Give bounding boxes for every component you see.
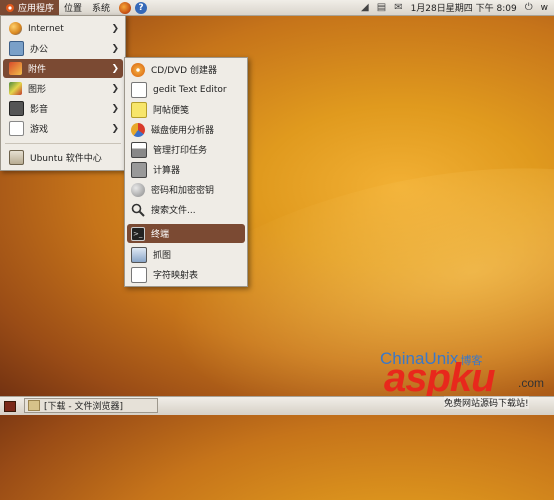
mail-icon[interactable]: ✉ bbox=[394, 2, 402, 13]
menu-item-label: 影音 bbox=[30, 105, 49, 115]
chevron-right-icon: ❯ bbox=[111, 83, 119, 94]
chevron-right-icon: ❯ bbox=[111, 23, 119, 34]
menu-item-terminal[interactable]: >_ 终端 bbox=[127, 224, 245, 243]
menu-separator bbox=[5, 143, 121, 144]
menu-item-label: 阿帖便笺 bbox=[153, 106, 190, 116]
menu-item-screenshot[interactable]: 抓图 bbox=[127, 245, 245, 264]
office-icon bbox=[9, 41, 24, 56]
menu-item-label: 办公 bbox=[30, 45, 49, 55]
menu-item-office[interactable]: 办公 ❯ bbox=[3, 39, 123, 58]
taskbar-window-label: [下载 - 文件浏览器] bbox=[44, 402, 123, 412]
system-menu-label: 系统 bbox=[92, 4, 111, 14]
menu-item-internet[interactable]: Internet ❯ bbox=[3, 19, 123, 38]
network-icon[interactable]: ▤ bbox=[377, 2, 386, 13]
watermark-subtitle: 免费网站源码下载站! bbox=[444, 396, 529, 409]
chevron-right-icon: ❯ bbox=[111, 103, 119, 114]
software-center-icon bbox=[9, 150, 24, 165]
menu-item-games[interactable]: 游戏 ❯ bbox=[3, 119, 123, 138]
search-icon bbox=[131, 203, 145, 217]
screenshot-icon bbox=[131, 246, 147, 263]
watermark-brand: aspku bbox=[384, 356, 496, 400]
help-icon[interactable]: ? bbox=[135, 1, 148, 14]
menu-item-label: 附件 bbox=[28, 65, 47, 75]
menu-item-multimedia[interactable]: 影音 ❯ bbox=[3, 99, 123, 118]
taskbar-window-button[interactable]: [下载 - 文件浏览器] bbox=[24, 398, 158, 413]
menu-item-label: 磁盘使用分析器 bbox=[151, 126, 215, 136]
power-icon[interactable]: ⏻ bbox=[525, 2, 533, 13]
chevron-right-icon: ❯ bbox=[111, 63, 119, 74]
chevron-right-icon: ❯ bbox=[111, 123, 119, 134]
menu-item-label: Ubuntu 软件中心 bbox=[30, 154, 102, 164]
games-icon bbox=[9, 121, 24, 136]
character-map-icon bbox=[131, 266, 147, 283]
menu-item-gedit[interactable]: gedit Text Editor bbox=[127, 80, 245, 99]
menu-item-search-files[interactable]: 搜索文件... bbox=[127, 200, 245, 219]
menu-item-label: 终端 bbox=[151, 230, 170, 240]
show-desktop-icon[interactable] bbox=[4, 401, 16, 412]
disc-icon bbox=[131, 62, 145, 77]
menu-item-label: CD/DVD 创建器 bbox=[151, 66, 217, 76]
menu-item-passwords-keys[interactable]: 密码和加密密钥 bbox=[127, 180, 245, 199]
menu-item-label: 管理打印任务 bbox=[153, 146, 208, 156]
menu-item-cd-dvd-creator[interactable]: CD/DVD 创建器 bbox=[127, 60, 245, 79]
menu-item-graphics[interactable]: 图形 ❯ bbox=[3, 79, 123, 98]
printer-icon bbox=[131, 141, 147, 158]
menu-item-label: 搜索文件... bbox=[151, 206, 196, 216]
multimedia-icon bbox=[9, 101, 24, 116]
system-tray: ◢ ▤ ✉ 1月28日星期四 下午 8:09 ⏻ w bbox=[361, 1, 554, 14]
chevron-right-icon: ❯ bbox=[111, 43, 119, 54]
menu-item-label: Internet bbox=[28, 23, 64, 34]
firefox-icon[interactable] bbox=[119, 1, 132, 14]
accessories-submenu: CD/DVD 创建器 gedit Text Editor 阿帖便笺 磁盘使用分析… bbox=[124, 57, 248, 287]
sticky-note-icon bbox=[131, 101, 147, 118]
graphics-icon bbox=[9, 82, 22, 95]
applications-menu-label: 应用程序 bbox=[18, 4, 55, 14]
menu-item-calculator[interactable]: 计算器 bbox=[127, 160, 245, 179]
watermark-tld: .com bbox=[518, 376, 545, 390]
menu-item-label: 计算器 bbox=[153, 166, 181, 176]
menu-item-label: 图形 bbox=[28, 85, 47, 95]
menu-item-disk-usage-analyzer[interactable]: 磁盘使用分析器 bbox=[127, 120, 245, 139]
menu-item-label: 游戏 bbox=[30, 125, 49, 135]
text-editor-icon bbox=[131, 81, 147, 98]
calculator-icon bbox=[131, 161, 147, 178]
globe-icon bbox=[9, 22, 22, 35]
terminal-icon: >_ bbox=[131, 226, 145, 241]
applications-menu[interactable]: 应用程序 bbox=[0, 0, 60, 15]
menu-item-accessories[interactable]: 附件 ❯ bbox=[3, 59, 123, 78]
menu-item-sticky-notes[interactable]: 阿帖便笺 bbox=[127, 100, 245, 119]
clock[interactable]: 1月28日星期四 下午 8:09 bbox=[411, 1, 517, 14]
menu-item-character-map[interactable]: 字符映射表 bbox=[127, 265, 245, 284]
folder-icon bbox=[28, 400, 40, 411]
volume-icon[interactable]: ◢ bbox=[361, 2, 369, 13]
applications-dropdown: Internet ❯ 办公 ❯ 附件 ❯ 图形 ❯ 影音 ❯ 游戏 ❯ Ubun… bbox=[0, 15, 126, 171]
keys-icon bbox=[131, 182, 145, 197]
menu-item-label: 抓图 bbox=[153, 251, 172, 261]
disk-usage-icon bbox=[131, 122, 145, 137]
menu-item-print-manager[interactable]: 管理打印任务 bbox=[127, 140, 245, 159]
menu-item-label: gedit Text Editor bbox=[153, 84, 227, 95]
menu-item-label: 密码和加密密钥 bbox=[151, 186, 215, 196]
system-menu[interactable]: 系统 bbox=[87, 0, 115, 15]
user-name[interactable]: w bbox=[541, 3, 548, 13]
menu-item-software-center[interactable]: Ubuntu 软件中心 bbox=[3, 148, 123, 167]
accessories-icon bbox=[9, 62, 22, 75]
menu-item-label: 字符映射表 bbox=[153, 271, 199, 281]
places-menu[interactable]: 位置 bbox=[59, 0, 87, 15]
ubuntu-logo-icon bbox=[5, 3, 15, 13]
top-panel: 应用程序 位置 系统 ? ◢ ▤ ✉ 1月28日星期四 下午 8:09 ⏻ w bbox=[0, 0, 554, 16]
places-menu-label: 位置 bbox=[64, 4, 83, 14]
